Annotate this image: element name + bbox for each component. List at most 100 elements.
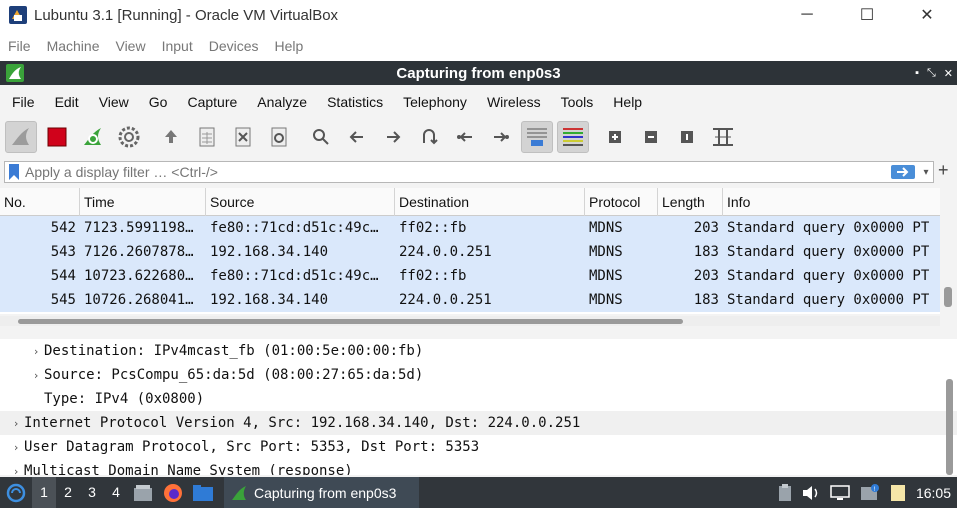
stop-capture-button[interactable] <box>41 121 73 153</box>
packet-time: 10723.622680… <box>84 268 194 284</box>
save-file-button[interactable] <box>191 121 223 153</box>
vbox-menu-machine[interactable]: Machine <box>39 38 108 54</box>
ws-minimize-button[interactable]: ▪ <box>915 67 919 79</box>
menu-wireless[interactable]: Wireless <box>475 94 549 110</box>
column-header-time[interactable]: Time <box>80 188 206 216</box>
hscroll-thumb[interactable] <box>18 319 683 324</box>
expand-arrow-icon[interactable]: › <box>10 465 22 476</box>
detail-row[interactable]: › Destination: IPv4mcast_fb (01:00:5e:00… <box>0 339 957 363</box>
packet-destination: 224.0.0.251 <box>399 244 492 260</box>
column-header-source[interactable]: Source <box>206 188 395 216</box>
find-packet-button[interactable] <box>305 121 337 153</box>
volume-icon[interactable] <box>802 485 820 501</box>
close-button[interactable]: ✕ <box>897 0 957 30</box>
start-capture-button[interactable] <box>5 121 37 153</box>
workspace-1[interactable]: 1 <box>32 477 56 508</box>
last-packet-button[interactable] <box>485 121 517 153</box>
column-header-no[interactable]: No. <box>0 188 80 216</box>
workspace-3[interactable]: 3 <box>80 477 104 508</box>
expand-arrow-icon[interactable]: › <box>30 345 42 358</box>
menu-edit[interactable]: Edit <box>43 94 87 110</box>
notes-icon[interactable] <box>890 484 906 502</box>
normal-size-button[interactable] <box>671 121 703 153</box>
close-file-button[interactable] <box>227 121 259 153</box>
go-forward-button[interactable] <box>377 121 409 153</box>
menu-capture[interactable]: Capture <box>175 94 245 110</box>
maximize-button[interactable]: ☐ <box>837 0 897 30</box>
detail-row[interactable]: › User Datagram Protocol, Src Port: 5353… <box>0 435 957 459</box>
menu-go[interactable]: Go <box>137 94 176 110</box>
expand-arrow-icon[interactable]: › <box>10 441 22 454</box>
ws-close-button[interactable]: ✕ <box>944 67 953 80</box>
menu-statistics[interactable]: Statistics <box>315 94 391 110</box>
zoom-out-icon <box>645 131 657 143</box>
vbox-menu-input[interactable]: Input <box>154 38 201 54</box>
ws-restore-button[interactable]: ⤡ <box>927 67 936 80</box>
detail-row[interactable]: › Source: PcsCompu_65:da:5d (08:00:27:65… <box>0 363 957 387</box>
first-packet-button[interactable] <box>449 121 481 153</box>
show-desktop-button[interactable] <box>128 484 158 502</box>
go-back-button[interactable] <box>341 121 373 153</box>
restart-capture-button[interactable] <box>77 121 109 153</box>
vbox-menu-file[interactable]: File <box>0 38 39 54</box>
expand-arrow-icon[interactable]: › <box>10 417 22 430</box>
firefox-launcher[interactable] <box>158 483 188 503</box>
menu-view[interactable]: View <box>87 94 137 110</box>
packet-list: No. Time Source Destination Protocol Len… <box>0 188 940 314</box>
packet-row[interactable]: 544 10723.622680… fe80::71cd:d51c:49c… f… <box>0 264 940 288</box>
packet-list-vscrollbar[interactable] <box>944 287 952 307</box>
zoom-out-button[interactable] <box>635 121 667 153</box>
vbox-menu-view[interactable]: View <box>107 38 153 54</box>
vbox-menu-devices[interactable]: Devices <box>201 38 267 54</box>
start-menu-button[interactable] <box>0 477 32 508</box>
packet-row[interactable]: 543 7126.2607878… 192.168.34.140 224.0.0… <box>0 240 940 264</box>
column-header-protocol[interactable]: Protocol <box>585 188 658 216</box>
column-header-info[interactable]: Info <box>723 188 940 216</box>
minimize-button[interactable]: ─ <box>777 0 837 30</box>
packet-source: fe80::71cd:d51c:49c… <box>210 268 379 284</box>
network-icon[interactable] <box>830 484 850 501</box>
go-to-packet-button[interactable] <box>413 121 445 153</box>
wireshark-menubar: File Edit View Go Capture Analyze Statis… <box>0 89 957 115</box>
apply-filter-button[interactable] <box>891 165 915 179</box>
menu-file[interactable]: File <box>0 94 43 110</box>
column-header-length[interactable]: Length <box>658 188 723 216</box>
workspace-2[interactable]: 2 <box>56 477 80 508</box>
taskbar-app-wireshark[interactable]: Capturing from enp0s3 <box>224 477 419 508</box>
packet-list-hscrollbar[interactable] <box>0 316 940 326</box>
menu-analyze[interactable]: Analyze <box>245 94 315 110</box>
notification-icon[interactable]: ! <box>860 483 880 502</box>
clock[interactable]: 16:05 <box>916 485 951 501</box>
menu-help[interactable]: Help <box>601 94 650 110</box>
packet-row[interactable]: 542 7123.5991198… fe80::71cd:d51c:49c… f… <box>0 216 940 240</box>
packet-no: 543 <box>50 244 76 260</box>
last-packet-icon <box>494 132 509 142</box>
autoscroll-button[interactable] <box>521 121 553 153</box>
workspace-4[interactable]: 4 <box>104 477 128 508</box>
open-file-button[interactable] <box>155 121 187 153</box>
colorize-button[interactable] <box>557 121 589 153</box>
add-filter-button[interactable]: + <box>938 160 949 181</box>
filter-history-dropdown[interactable]: ▾ <box>919 167 933 178</box>
vbox-titlebar: Lubuntu 3.1 [Running] - Oracle VM Virtua… <box>0 0 957 30</box>
detail-row[interactable]: Type: IPv4 (0x0800) <box>0 387 957 411</box>
packet-row[interactable]: 545 10726.268041… 192.168.34.140 224.0.0… <box>0 288 940 312</box>
zoom-in-button[interactable] <box>599 121 631 153</box>
bookmark-icon[interactable] <box>7 163 21 181</box>
detail-row[interactable]: › Internet Protocol Version 4, Src: 192.… <box>0 411 957 435</box>
capture-options-button[interactable] <box>113 121 145 153</box>
vbox-menu-help[interactable]: Help <box>267 38 312 54</box>
column-header-destination[interactable]: Destination <box>395 188 585 216</box>
resize-columns-button[interactable] <box>707 121 739 153</box>
clipboard-icon[interactable] <box>778 483 792 502</box>
restart-fin-icon <box>84 128 101 145</box>
menu-tools[interactable]: Tools <box>549 94 602 110</box>
details-vscrollbar[interactable] <box>946 379 953 475</box>
reload-file-button[interactable] <box>263 121 295 153</box>
expand-arrow-icon[interactable]: › <box>30 369 42 382</box>
reload-icon <box>271 127 287 147</box>
display-filter-input[interactable] <box>21 162 891 182</box>
menu-telephony[interactable]: Telephony <box>391 94 475 110</box>
detail-row[interactable]: › Multicast Domain Name System (response… <box>0 459 957 475</box>
file-manager-launcher[interactable] <box>188 484 218 502</box>
